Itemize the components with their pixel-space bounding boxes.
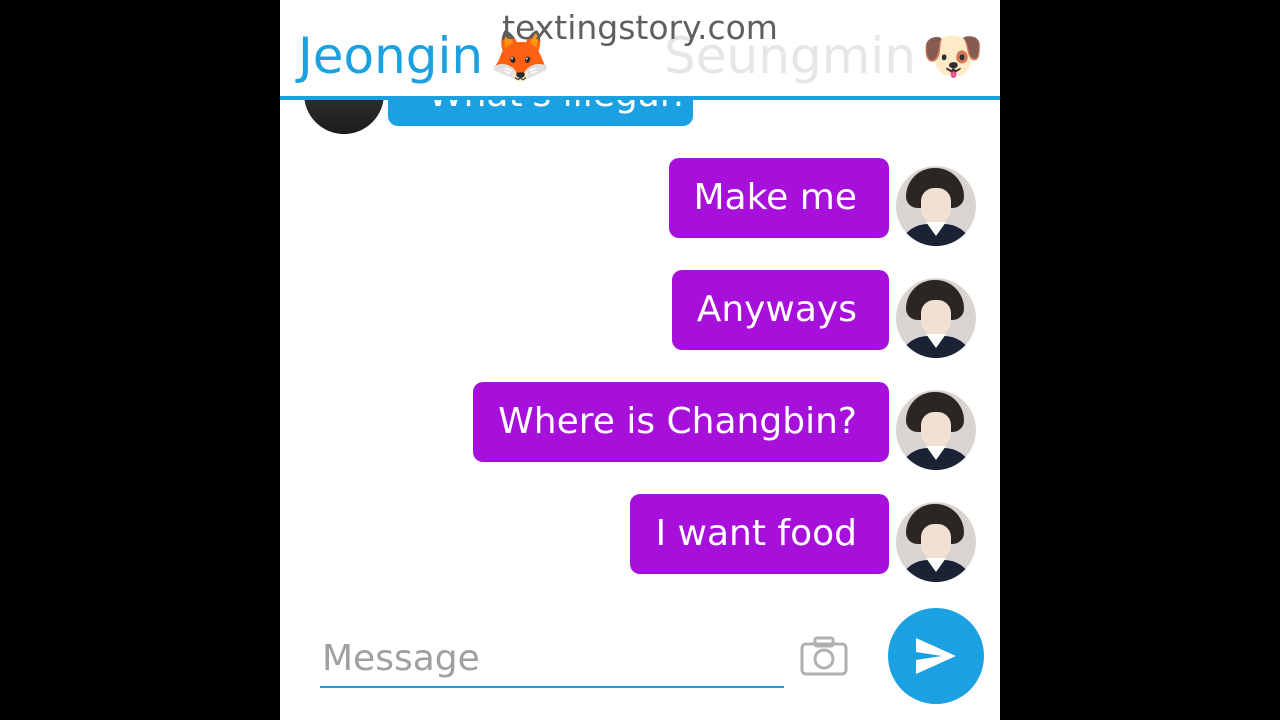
chat-header: Jeongin 🦊 Seungmin 🐶 textingstory.com (280, 0, 1000, 96)
avatar (896, 278, 976, 358)
message-list[interactable]: What's illegal? Make me Anyways Where is… (280, 64, 1000, 600)
message-input[interactable] (320, 630, 784, 688)
sent-message: Where is Changbin? (473, 382, 889, 462)
header-divider (280, 96, 1000, 100)
avatar (896, 390, 976, 470)
watermark: textingstory.com (502, 8, 778, 47)
sent-message: Make me (668, 158, 889, 238)
sent-message: Anyways (671, 270, 889, 350)
avatar (896, 502, 976, 582)
send-button[interactable] (888, 608, 984, 704)
chat-screen: Jeongin 🦊 Seungmin 🐶 textingstory.com Wh… (280, 0, 1000, 720)
compose-bar (280, 600, 1000, 720)
avatar (896, 166, 976, 246)
sent-message: I want food (630, 494, 889, 574)
camera-icon[interactable] (800, 636, 848, 676)
send-icon (916, 638, 956, 674)
